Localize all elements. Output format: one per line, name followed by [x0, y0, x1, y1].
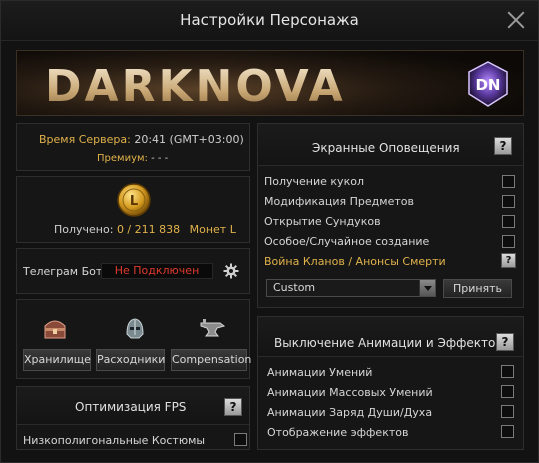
notify-dolls-label: Получение кукол: [264, 175, 364, 188]
brand-logo-text: DARKNOVA: [45, 61, 346, 112]
helmet-icon: [126, 318, 144, 339]
animations-title: Выключение Анимации и Эффектов: [274, 336, 503, 350]
svg-text:L: L: [130, 194, 138, 209]
fps-help-button[interactable]: ?: [224, 398, 242, 416]
compensation-button[interactable]: Compensation: [171, 349, 251, 371]
anvil-icon: [200, 319, 226, 337]
premium-value: - - -: [151, 153, 169, 164]
notifications-header: Экранные Оповещения ?: [258, 124, 523, 166]
received-value: 0 / 211 838: [116, 223, 181, 236]
darknova-emblem-icon: DN: [468, 61, 508, 107]
fps-panel: Оптимизация FPS ? Низкополигональные Кос…: [16, 386, 250, 450]
chevron-down-icon[interactable]: [419, 280, 435, 296]
consumables-button[interactable]: Расходники: [96, 349, 165, 371]
anim-skills-checkbox[interactable]: [501, 365, 514, 378]
apply-button[interactable]: Принять: [443, 279, 512, 298]
gear-icon[interactable]: [223, 263, 239, 279]
notifications-title: Экранные Оповещения: [312, 141, 460, 155]
animations-help-button[interactable]: ?: [496, 333, 514, 351]
notify-dolls-checkbox[interactable]: [502, 175, 515, 188]
telegram-label: Телеграм Бот: [23, 265, 103, 278]
emblem-letters: DN: [475, 76, 500, 94]
compensation-label: Compensation: [172, 353, 252, 366]
title-bar: Настройки Персонажа: [1, 1, 538, 41]
fps-title: Оптимизация FPS: [75, 400, 187, 414]
server-time-label: Время Сервера:: [39, 133, 131, 146]
anim-effects-label: Отображение эффектов: [267, 426, 409, 439]
window-title: Настройки Персонажа: [180, 11, 359, 29]
animations-header: Выключение Анимации и Эффектов ?: [258, 317, 523, 357]
notify-modification-label: Модификация Предметов: [264, 195, 414, 208]
anim-effects-checkbox[interactable]: [501, 425, 514, 438]
notify-chests-checkbox[interactable]: [502, 215, 515, 228]
clan-war-help-button[interactable]: ?: [501, 253, 516, 268]
notification-preset-value: Custom: [273, 281, 316, 294]
settings-window: Настройки Персонажа DARKNOVA DN Время Се…: [0, 0, 539, 463]
anim-soulshot-checkbox[interactable]: [501, 405, 514, 418]
received-label: Получено:: [54, 223, 114, 236]
notify-chests-label: Открытие Сундуков: [264, 215, 381, 228]
shortcuts-panel: Хранилище Расходники Compensation: [16, 299, 251, 379]
coin-l-icon: L: [117, 183, 151, 217]
clan-war-label: Война Кланов / Анонсы Смерти: [264, 255, 446, 268]
notify-modification-checkbox[interactable]: [502, 195, 515, 208]
notifications-help-button[interactable]: ?: [494, 137, 512, 155]
fps-option-checkbox[interactable]: [234, 433, 247, 446]
storage-button[interactable]: Хранилище: [23, 349, 91, 371]
server-time-value: 20:41 (GMT+03:00): [134, 133, 244, 146]
darknova-banner: DARKNOVA DN: [16, 50, 524, 116]
premium-label: Премиум:: [97, 153, 148, 164]
anim-mass-skills-checkbox[interactable]: [501, 385, 514, 398]
server-panel: Время Сервера: 20:41 (GMT+03:00) Премиум…: [16, 123, 250, 171]
anim-mass-skills-label: Анимации Массовых Умений: [267, 386, 433, 399]
telegram-status-text: Не Подключен: [114, 264, 200, 277]
currency-label: Монет L: [189, 223, 236, 236]
consumables-label: Расходники: [97, 353, 166, 366]
notification-preset-select[interactable]: Custom: [266, 279, 436, 297]
storage-label: Хранилище: [24, 353, 91, 366]
close-icon[interactable]: [506, 10, 526, 30]
notifications-panel: Экранные Оповещения ? Получение кукол Мо…: [257, 123, 524, 308]
notify-special-checkbox[interactable]: [502, 235, 515, 248]
anim-skills-label: Анимации Умений: [267, 366, 373, 379]
telegram-status[interactable]: Не Подключен: [101, 263, 213, 279]
chest-icon: [44, 320, 66, 339]
anim-soulshot-label: Анимации Заряд Души/Духа: [267, 406, 433, 419]
coins-panel: L Получено: 0 / 211 838 Монет L: [16, 176, 250, 243]
notify-special-label: Особое/Случайное создание: [264, 235, 430, 248]
fps-header: Оптимизация FPS ?: [17, 387, 249, 425]
animations-panel: Выключение Анимации и Эффектов ? Анимаци…: [257, 316, 524, 450]
telegram-panel: Телеграм Бот Не Подключен: [16, 248, 250, 294]
fps-option-label: Низкополигональные Костюмы: [23, 434, 206, 447]
apply-label: Принять: [452, 282, 503, 295]
